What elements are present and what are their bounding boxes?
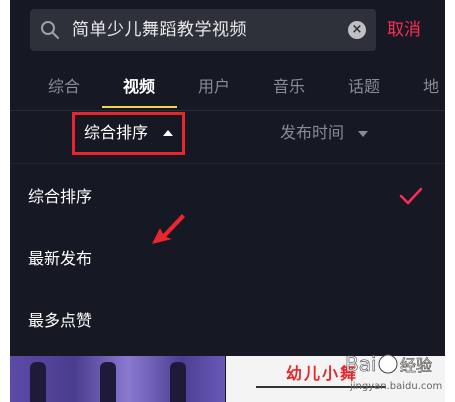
- annotation-arrow-icon: [152, 214, 185, 244]
- sort-dropdown-button[interactable]: 综合排序: [84, 123, 148, 143]
- search-input[interactable]: 简单少儿舞蹈教学视频: [72, 19, 247, 41]
- tab-topics[interactable]: 话题: [348, 76, 380, 98]
- search-bar[interactable]: 简单少儿舞蹈教学视频 ×: [30, 9, 376, 51]
- watermark-site: jingyan.baidu.com: [350, 381, 443, 392]
- cancel-button[interactable]: 取消: [387, 19, 421, 41]
- caret-up-icon: [163, 130, 173, 136]
- app-screen: 简单少儿舞蹈教学视频 × 取消 综合 视频 用户 音乐 话题 地 综合排序 发布…: [10, 0, 445, 402]
- svg-text:经验: 经验: [400, 356, 432, 375]
- caret-down-icon: [358, 131, 368, 137]
- tab-music[interactable]: 音乐: [273, 76, 305, 98]
- tab-video[interactable]: 视频: [123, 76, 155, 98]
- tab-location[interactable]: 地: [423, 76, 439, 98]
- sort-option-most-liked[interactable]: 最多点赞: [28, 310, 92, 332]
- menu-divider: [10, 163, 445, 164]
- baidu-jingyan-watermark-logo: Bai 经验: [345, 352, 432, 377]
- dancer-figure: [170, 362, 186, 402]
- publish-time-dropdown[interactable]: 发布时间: [280, 123, 344, 143]
- tab-users[interactable]: 用户: [198, 76, 230, 98]
- clear-icon[interactable]: ×: [348, 21, 366, 39]
- tabs-divider: [10, 110, 445, 111]
- svg-text:Bai: Bai: [345, 352, 377, 376]
- sort-option-latest[interactable]: 最新发布: [28, 248, 92, 270]
- dancer-figure: [30, 362, 46, 402]
- active-tab-indicator: [102, 106, 177, 108]
- dancer-figure: [100, 362, 116, 402]
- video-thumbnail-1[interactable]: [10, 356, 225, 402]
- search-icon: [41, 21, 59, 39]
- tab-comprehensive[interactable]: 综合: [48, 76, 80, 98]
- check-icon: [399, 187, 423, 205]
- sort-option-comprehensive[interactable]: 综合排序: [28, 186, 92, 208]
